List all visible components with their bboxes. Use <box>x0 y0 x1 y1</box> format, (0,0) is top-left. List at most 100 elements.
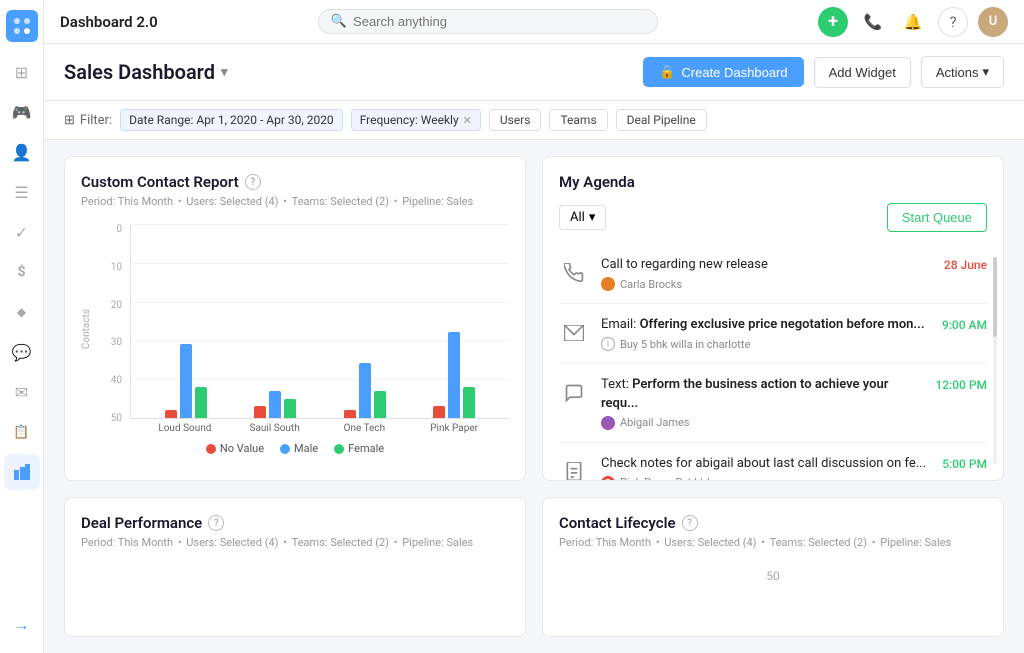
add-icon[interactable]: + <box>818 7 848 37</box>
contact-lifecycle-title: Contact Lifecycle <box>559 514 676 532</box>
filter-chip-frequency[interactable]: Frequency: Weekly ✕ <box>351 109 481 131</box>
create-dashboard-button[interactable]: 🔒 Create Dashboard <box>643 57 803 87</box>
legend-dot-no-value <box>206 444 216 454</box>
help-icon[interactable]: ? <box>938 7 968 37</box>
agenda-item-time: 5:00 PM <box>942 457 987 471</box>
sidebar-item-tasks[interactable]: ✓ <box>4 214 40 250</box>
agenda-controls: All ▾ Start Queue <box>559 203 987 232</box>
custom-contact-report-card: Custom Contact Report ? Period: This Mon… <box>64 156 526 481</box>
contact-lifecycle-card: Contact Lifecycle ? Period: This Month •… <box>542 497 1004 637</box>
sidebar-item-dashboard[interactable] <box>4 454 40 490</box>
bar-group-loud-sound <box>165 344 207 418</box>
phone-icon[interactable]: 📞 <box>858 7 888 37</box>
chip-remove-icon[interactable]: ✕ <box>463 114 472 127</box>
bar-group-pink-paper <box>433 332 475 418</box>
agenda-item-content: Call to regarding new release Carla Broc… <box>601 256 932 291</box>
search-input[interactable] <box>353 14 645 29</box>
bar-female <box>284 399 296 419</box>
deal-performance-info-icon[interactable]: ? <box>208 515 224 531</box>
contact-report-subtitle: Period: This Month • Users: Selected (4)… <box>81 195 509 208</box>
title-chevron-icon[interactable]: ▾ <box>221 65 228 80</box>
agenda-item-content: Check notes for abigail about last call … <box>601 455 930 481</box>
legend-male: Male <box>280 442 318 455</box>
x-axis-labels: Loud Sound Sauil South One Tech Pink Pap… <box>130 419 509 434</box>
bar-female <box>463 387 475 418</box>
sidebar-item-contacts[interactable]: 👤 <box>4 134 40 170</box>
bar-male <box>448 332 460 418</box>
chart-legend: No Value Male Female <box>81 442 509 455</box>
call-icon <box>559 258 589 288</box>
sidebar-item-grid[interactable]: ⊞ <box>4 54 40 90</box>
app-title: Dashboard 2.0 <box>60 13 158 31</box>
agenda-select-chevron: ▾ <box>589 210 596 225</box>
legend-dot-male <box>280 444 290 454</box>
start-queue-button[interactable]: Start Queue <box>887 203 987 232</box>
agenda-list: Call to regarding new release Carla Broc… <box>559 244 987 481</box>
agenda-scrollbar-track[interactable] <box>993 257 997 464</box>
contact-avatar <box>601 416 615 430</box>
bar-group-sauil-south <box>254 391 296 418</box>
legend-no-value: No Value <box>206 442 264 455</box>
agenda-item-email: Email: Offering exclusive price negotati… <box>559 304 987 364</box>
bar-male <box>359 363 371 418</box>
agenda-item-title: Text: Perform the business action to ach… <box>601 376 923 412</box>
agenda-item-title: Call to regarding new release <box>601 256 932 274</box>
bar-male <box>269 391 281 418</box>
agenda-item-title: Check notes for abigail about last call … <box>601 455 930 473</box>
legend-female: Female <box>334 442 384 455</box>
agenda-item-time: 28 June <box>944 258 987 272</box>
bar-female <box>374 391 386 418</box>
bar-group-one-tech <box>344 363 386 418</box>
contact-report-title: Custom Contact Report <box>81 173 239 191</box>
add-widget-button[interactable]: Add Widget <box>814 57 911 88</box>
legend-dot-female <box>334 444 344 454</box>
bar-no-value <box>433 406 445 418</box>
bell-icon[interactable]: 🔔 <box>898 7 928 37</box>
sidebar-item-expand[interactable]: → <box>4 607 40 643</box>
info-sub-icon: i <box>601 337 615 351</box>
contact-avatar <box>601 277 615 291</box>
contact-lifecycle-subtitle: Period: This Month • Users: Selected (4)… <box>559 536 987 549</box>
agenda-item-content: Email: Offering exclusive price negotati… <box>601 316 930 351</box>
search-bar[interactable]: 🔍 <box>318 9 658 34</box>
agenda-scrollbar-thumb <box>993 257 997 337</box>
bar-no-value <box>344 410 356 418</box>
agenda-item-time: 12:00 PM <box>935 378 987 392</box>
my-agenda-card: My Agenda All ▾ Start Queue <box>542 156 1004 481</box>
page-header-actions: 🔒 Create Dashboard Add Widget Actions ▾ <box>643 56 1004 88</box>
agenda-title: My Agenda <box>559 173 987 191</box>
main-content: Dashboard 2.0 🔍 + 📞 🔔 ? U Sales Dashboar… <box>44 0 1024 653</box>
sidebar-item-reports[interactable]: 📋 <box>4 414 40 450</box>
sidebar-item-menu[interactable]: ☰ <box>4 174 40 210</box>
sidebar-item-products[interactable]: ◆ <box>4 294 40 330</box>
page-header: Sales Dashboard ▾ 🔒 Create Dashboard Add… <box>44 44 1024 101</box>
filter-tag-teams[interactable]: Teams <box>549 109 607 131</box>
contact-report-info-icon[interactable]: ? <box>245 174 261 190</box>
agenda-item-text: Text: Perform the business action to ach… <box>559 364 987 442</box>
user-avatar[interactable]: U <box>978 7 1008 37</box>
deal-performance-subtitle: Period: This Month • Users: Selected (4)… <box>81 536 509 549</box>
search-icon: 🔍 <box>331 14 347 29</box>
actions-button[interactable]: Actions ▾ <box>921 56 1004 88</box>
email-icon <box>559 318 589 348</box>
agenda-item-sub: Carla Brocks <box>601 277 932 291</box>
text-icon <box>559 378 589 408</box>
contact-lifecycle-info-icon[interactable]: ? <box>682 515 698 531</box>
sidebar-item-email[interactable]: ✉ <box>4 374 40 410</box>
nav-icons: + 📞 🔔 ? U <box>818 7 1008 37</box>
sidebar-item-games[interactable]: 🎮 <box>4 94 40 130</box>
agenda-item-time: 9:00 AM <box>942 318 987 332</box>
filter-tag-dealpipeline[interactable]: Deal Pipeline <box>616 109 707 131</box>
bars-container <box>131 224 509 418</box>
filter-icon: ⊞ <box>64 113 75 128</box>
sidebar-item-messages[interactable]: 💬 <box>4 334 40 370</box>
filter-tag-users[interactable]: Users <box>489 109 542 131</box>
sidebar-item-deals[interactable]: $ <box>4 254 40 290</box>
app-logo[interactable] <box>6 10 38 42</box>
agenda-item-title: Email: Offering exclusive price negotati… <box>601 316 930 334</box>
agenda-item-sub: P Pink Paper Pvt Ltd <box>601 476 930 481</box>
deal-performance-card: Deal Performance ? Period: This Month • … <box>64 497 526 637</box>
agenda-filter-select[interactable]: All ▾ <box>559 205 606 230</box>
page-title-group: Sales Dashboard ▾ <box>64 60 228 84</box>
filter-chip-daterange[interactable]: Date Range: Apr 1, 2020 - Apr 30, 2020 <box>120 109 343 131</box>
